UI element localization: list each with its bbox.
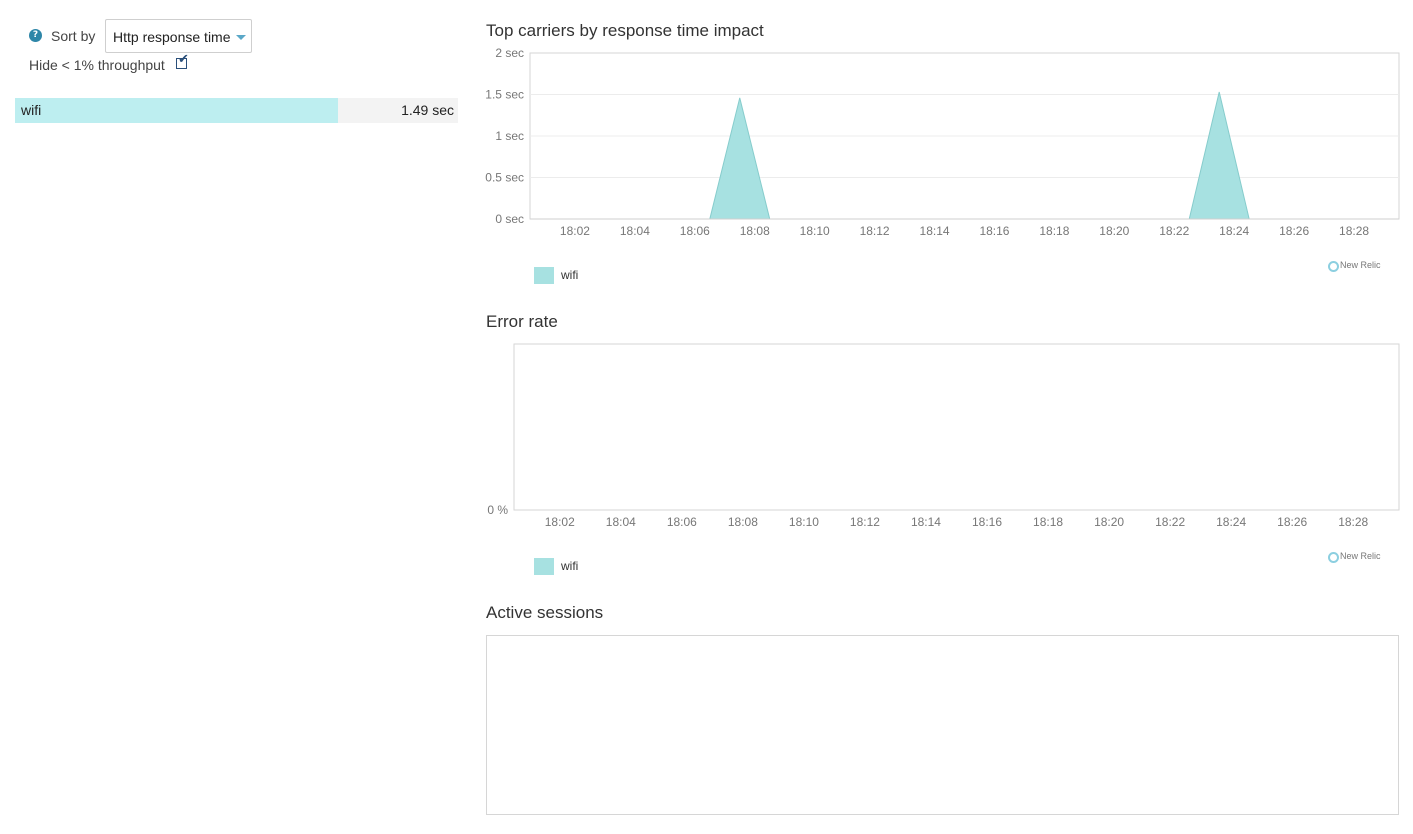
y-tick-label: 2 sec — [495, 46, 524, 60]
x-tick-label: 18:16 — [972, 515, 1002, 529]
help-icon[interactable]: ? — [29, 29, 42, 42]
x-tick-label: 18:08 — [740, 224, 770, 238]
new-relic-icon — [1328, 261, 1339, 272]
legend-swatch-wifi — [534, 267, 554, 284]
chart-title-active-sessions: Active sessions — [486, 603, 604, 622]
chart-title-error-rate: Error rate — [486, 312, 558, 331]
x-tick-label: 18:28 — [1338, 515, 1368, 529]
legend-label-wifi[interactable]: wifi — [561, 268, 578, 282]
x-tick-label: 18:18 — [1039, 224, 1069, 238]
new-relic-text: New Relic — [1340, 260, 1381, 270]
y-tick-label: 1.5 sec — [485, 88, 524, 102]
x-tick-label: 18:02 — [560, 224, 590, 238]
y-tick-label: 1 sec — [495, 129, 524, 143]
carrier-bar-fill — [15, 98, 339, 123]
x-tick-label: 18:18 — [1033, 515, 1063, 529]
x-tick-label: 18:02 — [545, 515, 575, 529]
x-tick-label: 18:10 — [789, 515, 819, 529]
chevron-down-icon — [236, 35, 246, 40]
x-tick-label: 18:24 — [1216, 515, 1246, 529]
new-relic-text: New Relic — [1340, 551, 1381, 561]
x-tick-label: 18:24 — [1219, 224, 1249, 238]
carrier-name: wifi — [21, 102, 42, 118]
x-tick-label: 18:22 — [1155, 515, 1185, 529]
response-time-chart: 0 sec 0.5 sec 1 sec 1.5 sec 2 sec 18:02 18:04 1… — [485, 46, 1400, 238]
x-tick-label: 18:14 — [911, 515, 941, 529]
x-tick-label: 18:16 — [979, 224, 1009, 238]
x-tick-label: 18:06 — [667, 515, 697, 529]
plot-frame — [513, 343, 1400, 511]
hide-throughput-label: Hide < 1% throughput — [29, 57, 165, 73]
x-tick-label: 18:20 — [1099, 224, 1129, 238]
hide-throughput-checkbox[interactable]: ✔ — [176, 53, 189, 69]
x-tick-label: 18:12 — [860, 224, 890, 238]
x-tick-label: 18:26 — [1277, 515, 1307, 529]
y-tick-label: 0.5 sec — [485, 171, 524, 185]
error-rate-chart: 0 % 18:02 18:04 18:06 18:08 18:10 18:12 18:14 18… — [487, 343, 1400, 529]
carrier-row-wifi[interactable]: wifi 1.49 sec — [15, 98, 458, 123]
sort-by-select[interactable]: Http response time — [105, 19, 252, 53]
x-tick-label: 18:04 — [620, 224, 650, 238]
carrier-value: 1.49 sec — [401, 102, 454, 118]
x-tick-label: 18:04 — [606, 515, 636, 529]
new-relic-icon — [1328, 552, 1339, 563]
x-tick-label: 18:28 — [1339, 224, 1369, 238]
x-tick-label: 18:20 — [1094, 515, 1124, 529]
x-tick-label: 18:14 — [920, 224, 950, 238]
chart-title-response-time: Top carriers by response time impact — [486, 21, 764, 40]
x-tick-label: 18:06 — [680, 224, 710, 238]
sort-by-selected-value: Http response time — [113, 29, 231, 45]
x-tick-label: 18:10 — [800, 224, 830, 238]
x-tick-label: 18:08 — [728, 515, 758, 529]
active-sessions-chart — [486, 635, 1399, 815]
x-tick-label: 18:22 — [1159, 224, 1189, 238]
y-tick-label: 0 % — [487, 503, 508, 517]
y-tick-label: 0 sec — [495, 212, 524, 226]
legend-label-wifi-error[interactable]: wifi — [561, 559, 578, 573]
sort-by-label: Sort by — [51, 28, 96, 44]
checkmark-icon: ✔ — [178, 52, 189, 67]
x-tick-label: 18:12 — [850, 515, 880, 529]
x-tick-label: 18:26 — [1279, 224, 1309, 238]
legend-swatch-wifi-error — [534, 558, 554, 575]
